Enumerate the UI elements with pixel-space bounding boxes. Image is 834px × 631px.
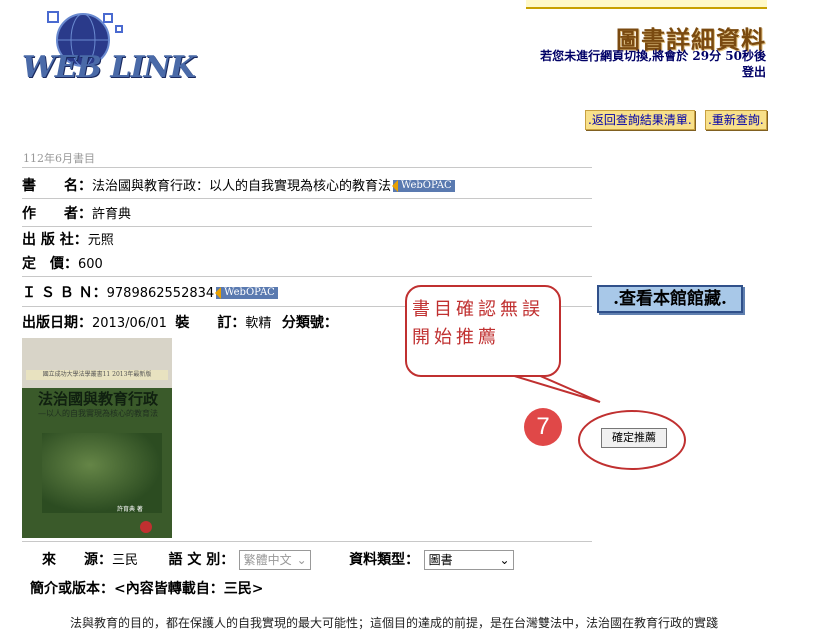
confirm-recommend-button[interactable]: 確定推薦 xyxy=(601,428,667,448)
source-value: 三民 xyxy=(112,553,139,568)
source-label: 來 源： xyxy=(42,552,112,568)
language-select[interactable]: 繁體中文 ⌄ xyxy=(238,550,311,570)
callout-text: 書目確認無誤開始推薦 xyxy=(412,299,544,348)
divider xyxy=(22,541,592,542)
material-type-value: 圖書 xyxy=(428,553,453,567)
intro-text: 法與教育的目的，都在保護人的自我實現的最大可能性；這個目的達成的前提，是在台灣雙… xyxy=(70,616,719,630)
language-label: 語 文 別： xyxy=(168,552,235,568)
step-number-badge: 7 xyxy=(524,408,562,446)
metadata-row: 來 源：三民 語 文 別： 繁體中文 ⌄ 資料類型： 圖書 ⌄ xyxy=(22,549,594,570)
language-value: 繁體中文 xyxy=(243,553,292,567)
material-type-select[interactable]: 圖書 ⌄ xyxy=(423,550,514,570)
chevron-down-icon: ⌄ xyxy=(296,553,307,567)
intro-heading: 簡介或版本：<內容皆轉載自：三民> xyxy=(30,581,264,597)
material-type-label: 資料類型： xyxy=(349,552,420,568)
chevron-down-icon: ⌄ xyxy=(499,553,510,567)
